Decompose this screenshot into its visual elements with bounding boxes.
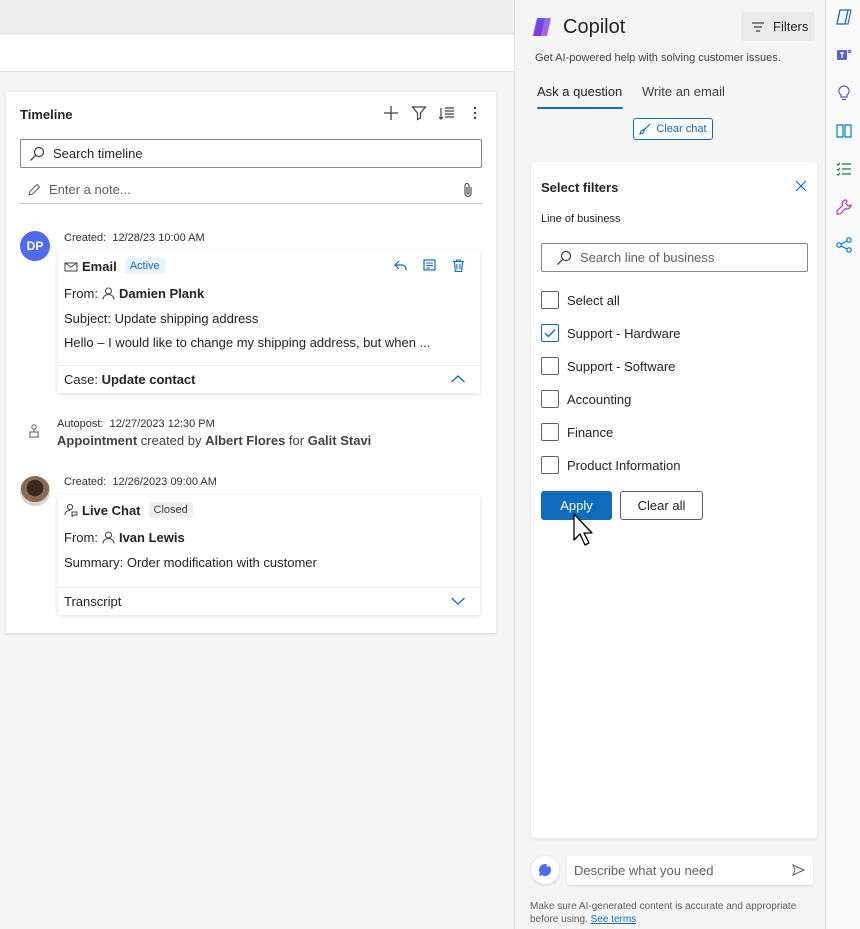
- chevron-down-icon[interactable]: [450, 595, 466, 607]
- line-of-business-search-input[interactable]: Search line of business: [541, 243, 808, 272]
- checkbox[interactable]: [541, 357, 559, 375]
- broom-icon: [639, 123, 651, 135]
- note-placeholder: Enter a note...: [49, 182, 131, 197]
- case-link[interactable]: Update contact: [102, 372, 196, 387]
- created-meta: Created: 12/28/23 10:00 AM: [64, 232, 205, 244]
- person-icon: [102, 531, 115, 544]
- open-record-icon[interactable]: [422, 258, 437, 273]
- copilot-subtitle: Get AI-powered help with solving custome…: [535, 52, 781, 64]
- selected-tab-indicator: [537, 107, 623, 109]
- search-placeholder: Search timeline: [53, 146, 143, 161]
- option-product-information[interactable]: Product Information: [541, 456, 680, 474]
- mouse-cursor-icon: [573, 513, 593, 546]
- preview-line: Hello – I would like to change my shippi…: [64, 335, 431, 350]
- transcript-label: Transcript: [64, 594, 122, 609]
- checkmark-icon: [544, 329, 556, 338]
- sender-name[interactable]: Ivan Lewis: [119, 530, 185, 545]
- attachment-icon[interactable]: [462, 182, 474, 198]
- filters-button[interactable]: Filters: [741, 12, 815, 41]
- autopost-text: Appointment created by Albert Flores for…: [57, 433, 372, 448]
- delete-icon[interactable]: [451, 258, 466, 273]
- option-finance[interactable]: Finance: [541, 423, 613, 441]
- note-input[interactable]: Enter a note...: [20, 176, 482, 204]
- wrench-icon[interactable]: [835, 198, 853, 216]
- timeline-actions: [382, 104, 484, 122]
- pencil-icon: [28, 183, 41, 196]
- avatar: [20, 476, 50, 506]
- lightbulb-icon[interactable]: [835, 84, 853, 102]
- clear-all-button[interactable]: Clear all: [620, 491, 703, 520]
- autopost-meta: Autopost: 12/27/2023 12:30 PM: [57, 418, 215, 430]
- email-activity-card[interactable]: Email Active From: Damien Plank Subject:…: [58, 250, 480, 393]
- main-content: Timeline Search timeline Enter a note...: [0, 0, 514, 929]
- appointment-icon: [29, 424, 39, 438]
- copilot-prompt-input[interactable]: Describe what you need: [567, 856, 813, 885]
- checkbox-checked[interactable]: [541, 324, 559, 342]
- status-badge: Closed: [148, 502, 193, 518]
- ai-disclaimer: Make sure AI-generated content is accura…: [530, 901, 797, 925]
- from-line: From: Damien Plank: [64, 286, 205, 301]
- top-bar: [0, 0, 514, 34]
- person-icon: [102, 287, 115, 300]
- card-actions: [393, 258, 466, 273]
- tab-write-an-email[interactable]: Write an email: [642, 84, 725, 99]
- option-accounting[interactable]: Accounting: [541, 390, 631, 408]
- filter-lines-icon: [752, 21, 764, 32]
- activity-type: Live Chat: [82, 502, 141, 518]
- copilot-pane: Copilot Filters Get AI-powered help with…: [514, 0, 824, 929]
- summary-line: Summary: Order modification with custome…: [64, 555, 317, 570]
- connections-icon[interactable]: [835, 236, 853, 254]
- live-chat-activity-card[interactable]: Live Chat Closed From: Ivan Lewis Summar…: [58, 495, 480, 615]
- case-footer[interactable]: Case: Update contact: [58, 365, 480, 393]
- more-options-icon[interactable]: [466, 104, 484, 122]
- add-icon[interactable]: [382, 104, 400, 122]
- knowledge-book-icon[interactable]: [835, 122, 853, 140]
- transcript-footer[interactable]: Transcript: [58, 587, 480, 615]
- see-terms-link[interactable]: See terms: [591, 914, 637, 925]
- line-of-business-label: Line of business: [541, 213, 621, 225]
- copilot-prompt-icon[interactable]: [531, 856, 559, 884]
- option-select-all[interactable]: Select all: [541, 291, 620, 309]
- timeline-panel: Timeline Search timeline Enter a note...: [6, 92, 496, 633]
- select-filters-card: Select filters Line of business Search l…: [531, 162, 817, 838]
- copilot-title: Copilot: [563, 16, 626, 38]
- option-support-software[interactable]: Support - Software: [541, 357, 675, 375]
- close-icon[interactable]: [795, 180, 807, 192]
- checkbox[interactable]: [541, 291, 559, 309]
- subject-line: Subject: Update shipping address: [64, 311, 259, 326]
- timeline-search-input[interactable]: Search timeline: [20, 139, 482, 168]
- timeline-title: Timeline: [20, 107, 73, 122]
- tab-ask-a-question[interactable]: Ask a question: [537, 84, 622, 99]
- clear-chat-button[interactable]: Clear chat: [633, 118, 713, 140]
- side-rail: [825, 0, 860, 929]
- checkbox[interactable]: [541, 456, 559, 474]
- filters-card-title: Select filters: [541, 180, 619, 195]
- chat-person-icon: [64, 503, 78, 517]
- search-icon: [30, 146, 45, 161]
- command-bar: [0, 35, 514, 72]
- teams-icon[interactable]: [835, 46, 853, 64]
- status-badge: Active: [124, 258, 165, 274]
- email-icon: [64, 262, 78, 272]
- checklist-icon[interactable]: [835, 160, 853, 178]
- checkbox[interactable]: [541, 423, 559, 441]
- option-support-hardware[interactable]: Support - Hardware: [541, 324, 680, 342]
- activity-header: Email Active: [64, 258, 165, 274]
- sort-icon[interactable]: [438, 104, 456, 122]
- created-meta: Created: 12/26/2023 09:00 AM: [64, 476, 217, 488]
- checkbox[interactable]: [541, 390, 559, 408]
- search-icon: [557, 250, 572, 265]
- copilot-rail-icon[interactable]: [835, 8, 853, 26]
- filter-icon[interactable]: [410, 104, 428, 122]
- send-icon[interactable]: [792, 864, 805, 876]
- chevron-up-icon[interactable]: [450, 373, 466, 385]
- copilot-logo-icon: [533, 18, 551, 36]
- activity-type: Email: [82, 258, 117, 274]
- avatar: DP: [20, 231, 50, 261]
- activity-header: Live Chat Closed: [64, 502, 193, 518]
- sender-name[interactable]: Damien Plank: [119, 286, 204, 301]
- reply-icon[interactable]: [393, 258, 408, 273]
- from-line: From: Ivan Lewis: [64, 530, 185, 545]
